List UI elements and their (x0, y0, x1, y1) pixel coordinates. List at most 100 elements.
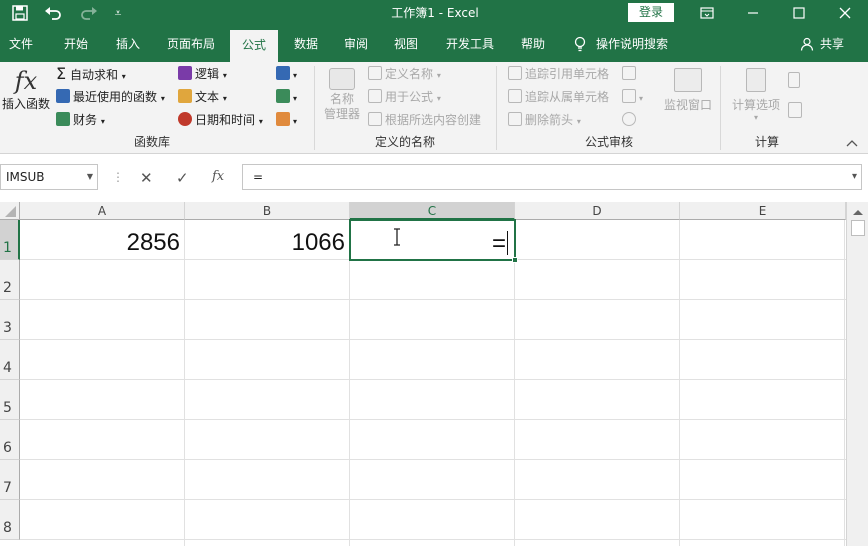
tab-home[interactable]: 开始 (52, 26, 100, 62)
chevron-down-icon[interactable]: ▼ (87, 165, 93, 189)
save-icon[interactable] (8, 0, 32, 26)
column-header-b[interactable]: B (185, 202, 350, 220)
collapse-ribbon-icon[interactable] (846, 136, 860, 150)
title-bar: ⩡ 工作簿1 - Excel 登录 (0, 0, 868, 26)
text-button[interactable]: 文本 ▾ (178, 88, 227, 108)
more-functions-button[interactable]: ▾ (276, 111, 297, 131)
cell-a1[interactable]: 2856 (20, 220, 185, 260)
cancel-icon[interactable]: ✕ (140, 169, 153, 187)
cell-area[interactable] (20, 220, 846, 546)
evaluate-formula-icon[interactable] (622, 111, 639, 129)
tab-developer[interactable]: 开发工具 (438, 26, 502, 62)
redo-icon[interactable] (74, 0, 102, 26)
tab-insert[interactable]: 插入 (106, 26, 150, 62)
lookup-icon (276, 66, 290, 80)
login-button[interactable]: 登录 (628, 3, 674, 22)
document-title: 工作簿1 - Excel (391, 6, 479, 20)
share-button[interactable]: 共享 (816, 26, 848, 62)
create-from-selection-icon (368, 112, 382, 126)
scroll-up-icon[interactable] (851, 206, 865, 218)
text-label: 文本 (195, 90, 220, 104)
calc-options-button[interactable]: 计算选项 ▾ (728, 68, 784, 128)
remove-arrows-label: 删除箭头 (525, 113, 574, 127)
row-header-1[interactable]: 1 (0, 220, 20, 260)
error-checking-icon[interactable]: ▾ (622, 88, 643, 108)
evaluate-formula-glyph (622, 112, 636, 126)
datetime-button[interactable]: 日期和时间 ▾ (178, 111, 263, 131)
watch-window-icon (674, 68, 702, 92)
math-button[interactable]: ▾ (276, 88, 297, 108)
column-header-e[interactable]: E (680, 202, 846, 220)
logical-icon (178, 66, 192, 80)
calc-now-glyph (788, 72, 800, 88)
name-box-value: IMSUB (6, 170, 45, 184)
expand-formula-bar-icon[interactable]: ▾ (852, 165, 857, 189)
select-all-corner[interactable] (0, 202, 20, 220)
cell-b1[interactable]: 1066 (185, 220, 350, 260)
create-from-selection-button[interactable]: 根据所选内容创建 (368, 111, 481, 129)
tab-file[interactable]: 文件 (0, 26, 42, 62)
column-header-c[interactable]: C (350, 202, 515, 220)
undo-icon[interactable] (40, 0, 68, 26)
vertical-scrollbar[interactable] (846, 202, 868, 546)
tab-view[interactable]: 视图 (386, 26, 426, 62)
chevron-down-icon: ▾ (100, 117, 105, 126)
calc-now-icon[interactable] (788, 72, 803, 91)
cell-c1-active[interactable]: = (349, 219, 518, 263)
trace-precedents-label: 追踪引用单元格 (525, 67, 610, 81)
formula-input[interactable]: = ▾ (242, 164, 862, 190)
insert-function-fx-icon[interactable]: fx (212, 169, 224, 184)
tab-data[interactable]: 数据 (284, 26, 328, 62)
chevron-down-icon: ▾ (293, 117, 298, 126)
name-box[interactable]: IMSUB ▼ (0, 164, 98, 190)
minimize-icon[interactable] (742, 0, 764, 26)
trace-precedents-icon (508, 66, 522, 80)
column-header-a[interactable]: A (20, 202, 185, 220)
maximize-icon[interactable] (788, 0, 810, 26)
chevron-down-icon: ▾ (436, 71, 441, 80)
calc-sheet-icon[interactable] (788, 102, 805, 121)
lookup-button[interactable]: ▾ (276, 65, 297, 85)
recent-functions-button[interactable]: 最近使用的函数 ▾ (56, 88, 165, 108)
row-header-5[interactable]: 5 (0, 380, 20, 420)
tab-review[interactable]: 审阅 (336, 26, 376, 62)
chevron-down-icon: ▾ (160, 94, 165, 103)
trace-precedents-button[interactable]: 追踪引用单元格 (508, 65, 609, 83)
fill-handle[interactable] (512, 257, 518, 263)
row-header-7[interactable]: 7 (0, 460, 20, 500)
tab-page-layout[interactable]: 页面布局 (158, 26, 224, 62)
logical-button[interactable]: 逻辑 ▾ (178, 65, 227, 85)
show-formulas-icon[interactable] (622, 65, 639, 83)
row-header-8[interactable]: 8 (0, 500, 20, 540)
row-header-4[interactable]: 4 (0, 340, 20, 380)
enter-icon[interactable]: ✓ (176, 169, 189, 187)
autosum-button[interactable]: Σ 自动求和 ▾ (56, 65, 126, 86)
column-header-d[interactable]: D (515, 202, 680, 220)
financial-button[interactable]: 财务 ▾ (56, 111, 105, 131)
scroll-thumb[interactable] (851, 220, 865, 236)
use-in-formula-button[interactable]: 用于公式 ▾ (368, 88, 441, 108)
ribbon-display-icon[interactable] (696, 0, 718, 26)
tell-me-search[interactable]: 操作说明搜索 (596, 26, 678, 62)
chevron-down-icon: ▾ (576, 117, 581, 126)
watch-window-button[interactable]: 监视窗口 (662, 68, 714, 124)
row-header-3[interactable]: 3 (0, 300, 20, 340)
row-header-6[interactable]: 6 (0, 420, 20, 460)
close-icon[interactable] (834, 0, 856, 26)
insert-function-button[interactable]: fx 插入函数 (2, 66, 50, 118)
row-header-2[interactable]: 2 (0, 260, 20, 300)
name-manager-button[interactable]: 名称 管理器 (322, 68, 362, 130)
define-name-button[interactable]: 定义名称 ▾ (368, 65, 441, 85)
trace-dependents-button[interactable]: 追踪从属单元格 (508, 88, 609, 106)
financial-icon (56, 112, 70, 126)
tab-formulas[interactable]: 公式 (230, 30, 278, 62)
remove-arrows-button[interactable]: 删除箭头 ▾ (508, 111, 581, 131)
chevron-down-icon: ▾ (258, 117, 263, 126)
tab-help[interactable]: 帮助 (512, 26, 554, 62)
group-label-defined-names: 定义的名称 (374, 135, 435, 149)
person-icon (798, 26, 816, 62)
trace-dependents-label: 追踪从属单元格 (525, 90, 610, 104)
text-icon (178, 89, 192, 103)
use-in-formula-label: 用于公式 (385, 90, 434, 104)
customize-qat-icon[interactable]: ⩡ (108, 0, 128, 26)
